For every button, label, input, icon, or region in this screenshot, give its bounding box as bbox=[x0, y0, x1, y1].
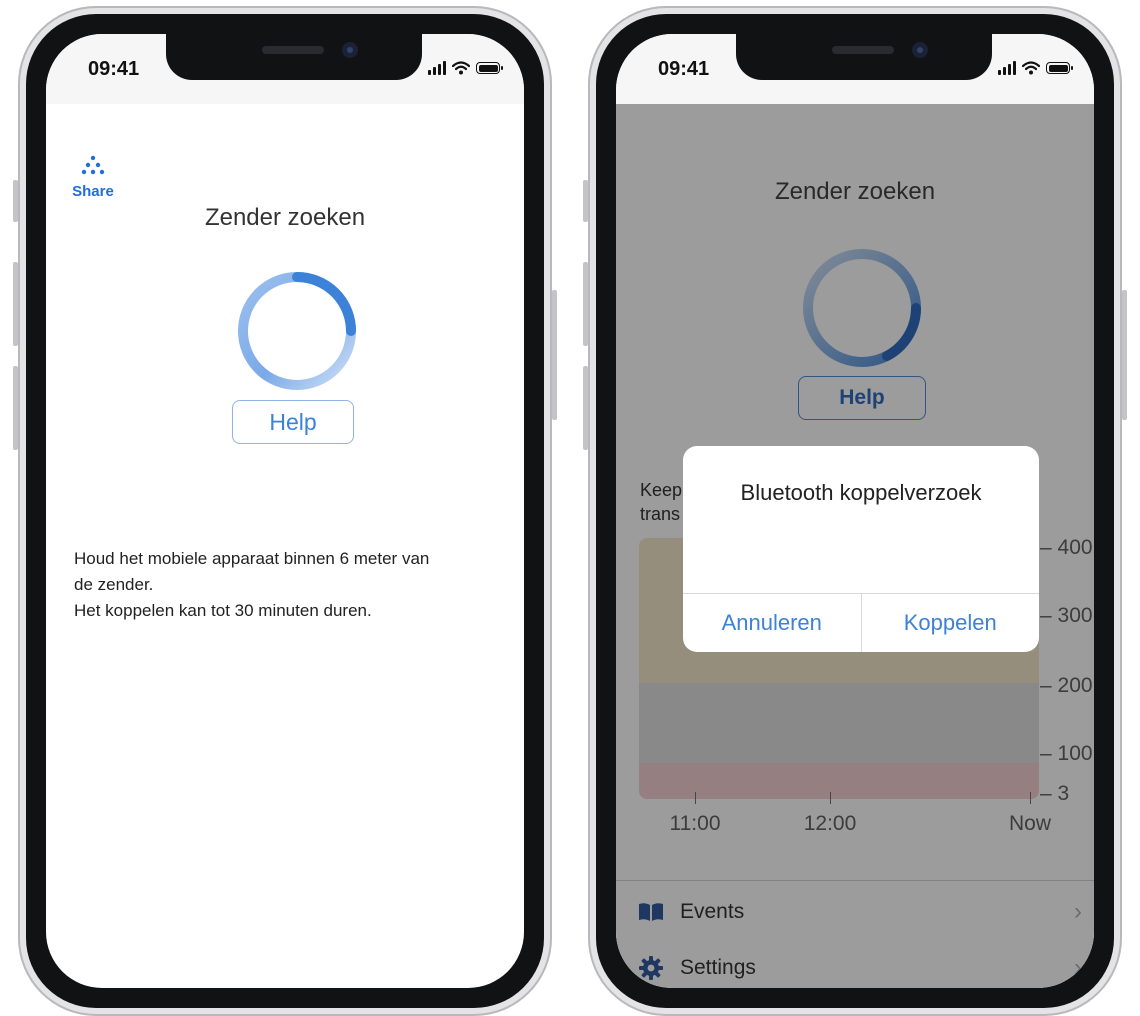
info-line: de zender. bbox=[74, 575, 154, 594]
cancel-button[interactable]: Annuleren bbox=[683, 594, 861, 652]
share-button[interactable]: Share bbox=[68, 154, 118, 200]
pair-button[interactable]: Koppelen bbox=[860, 594, 1040, 652]
status-time: 09:41 bbox=[658, 58, 710, 80]
side-button bbox=[552, 290, 557, 420]
status-icons bbox=[998, 61, 1073, 75]
notch bbox=[736, 34, 992, 80]
camera bbox=[342, 42, 358, 58]
notch bbox=[166, 34, 422, 80]
dialog-actions: Annuleren Koppelen bbox=[683, 593, 1039, 652]
side-button bbox=[583, 262, 588, 346]
share-label: Share bbox=[72, 183, 114, 200]
share-icon bbox=[81, 155, 105, 175]
info-line: Houd het mobiele apparaat binnen 6 meter… bbox=[74, 549, 430, 568]
status-icons bbox=[428, 61, 503, 75]
signal-icon bbox=[998, 61, 1016, 75]
phone-right: 09:41 Zender zoeken Help Keep trans – 40… bbox=[583, 6, 1127, 1016]
dialog-title: Bluetooth koppelverzoek bbox=[740, 480, 982, 505]
loading-spinner bbox=[238, 272, 356, 390]
side-button bbox=[583, 180, 588, 222]
speaker bbox=[832, 46, 894, 54]
signal-icon bbox=[428, 61, 446, 75]
bluetooth-pairing-dialog: Bluetooth koppelverzoek Annuleren Koppel… bbox=[683, 446, 1039, 652]
phone-bezel: 09:41 Zender zoeken Help Keep trans – 40… bbox=[596, 14, 1114, 1008]
speaker bbox=[262, 46, 324, 54]
battery-icon bbox=[1046, 62, 1073, 74]
info-line: Het koppelen kan tot 30 minuten duren. bbox=[74, 601, 372, 620]
side-button bbox=[13, 366, 18, 450]
info-text: Houd het mobiele apparaat binnen 6 meter… bbox=[74, 546, 504, 624]
side-button bbox=[13, 262, 18, 346]
camera bbox=[912, 42, 928, 58]
screen-left: 09:41 Share Zender zoeken Help Houd het … bbox=[46, 34, 524, 988]
battery-icon bbox=[476, 62, 503, 74]
screen-right: 09:41 Zender zoeken Help Keep trans – 40… bbox=[616, 34, 1094, 988]
phone-bezel: 09:41 Share Zender zoeken Help Houd het … bbox=[26, 14, 544, 1008]
wifi-icon bbox=[1022, 61, 1040, 75]
wifi-icon bbox=[452, 61, 470, 75]
side-button bbox=[583, 366, 588, 450]
side-button bbox=[1122, 290, 1127, 420]
page-title: Zender zoeken bbox=[204, 204, 366, 231]
status-time: 09:41 bbox=[88, 58, 140, 80]
side-button bbox=[13, 180, 18, 222]
help-button[interactable]: Help bbox=[232, 400, 354, 444]
phone-left: 09:41 Share Zender zoeken Help Houd het … bbox=[13, 6, 557, 1016]
